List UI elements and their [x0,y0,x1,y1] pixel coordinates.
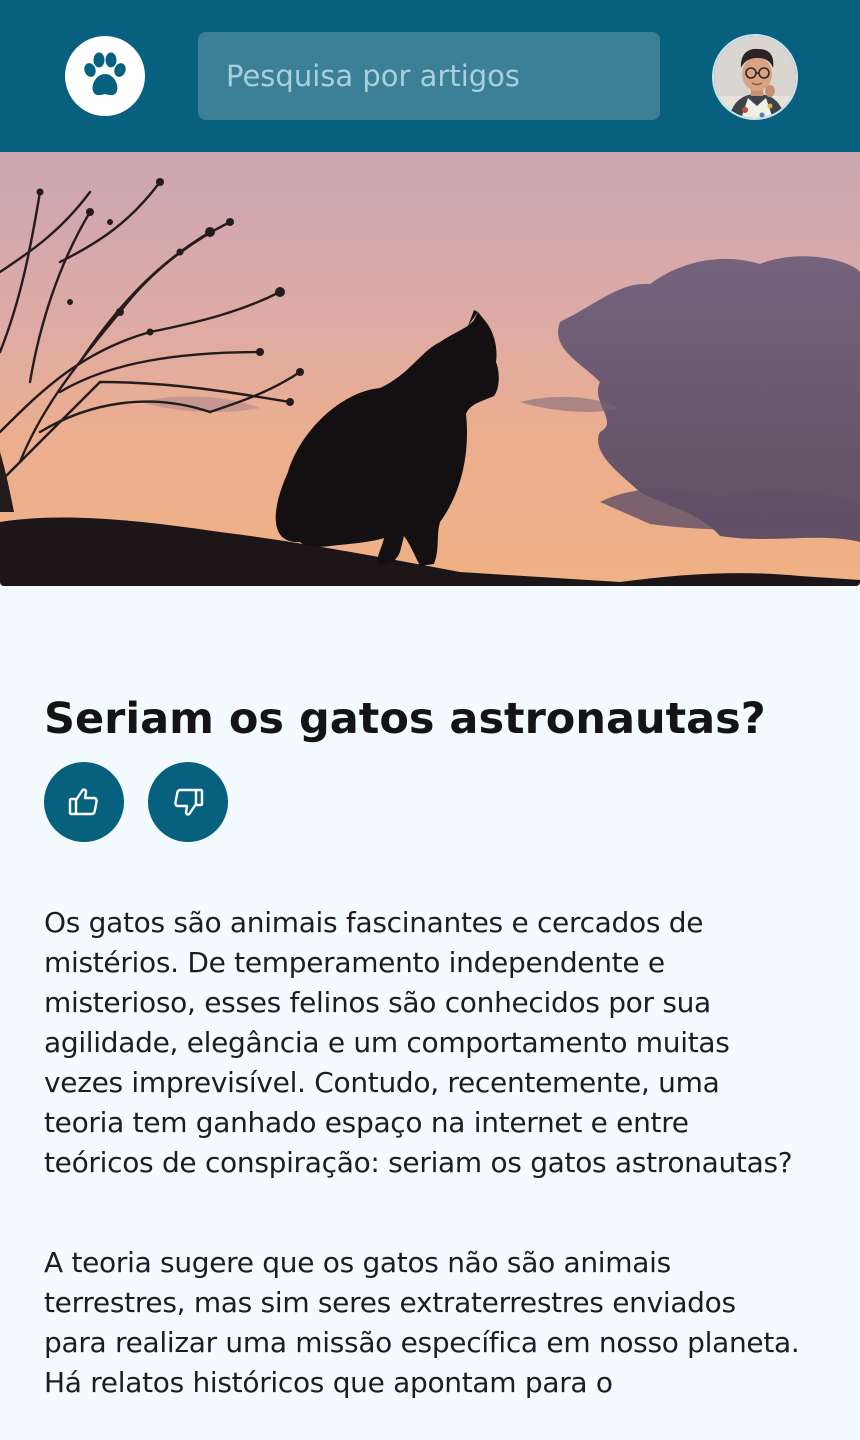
article-paragraph: Os gatos são animais fascinantes e cerca… [44,906,793,1179]
paw-icon [84,52,126,96]
article-paragraph: A teoria sugere que os gatos não são ani… [44,1246,800,1399]
avatar-image [714,36,796,118]
cat-silhouette-image [0,152,860,586]
thumbs-down-icon [174,788,204,816]
search-input[interactable] [198,32,660,120]
thumbs-up-icon [68,788,98,816]
dislike-button[interactable] [148,762,228,842]
like-button[interactable] [44,762,124,842]
hero-image [0,152,860,586]
user-avatar[interactable] [712,34,798,120]
home-logo[interactable] [65,36,145,116]
article-body: Os gatos são animais fascinantes e cerca… [44,903,804,1403]
article-title: Seriam os gatos astronautas? [44,694,766,744]
top-bar [0,0,860,152]
